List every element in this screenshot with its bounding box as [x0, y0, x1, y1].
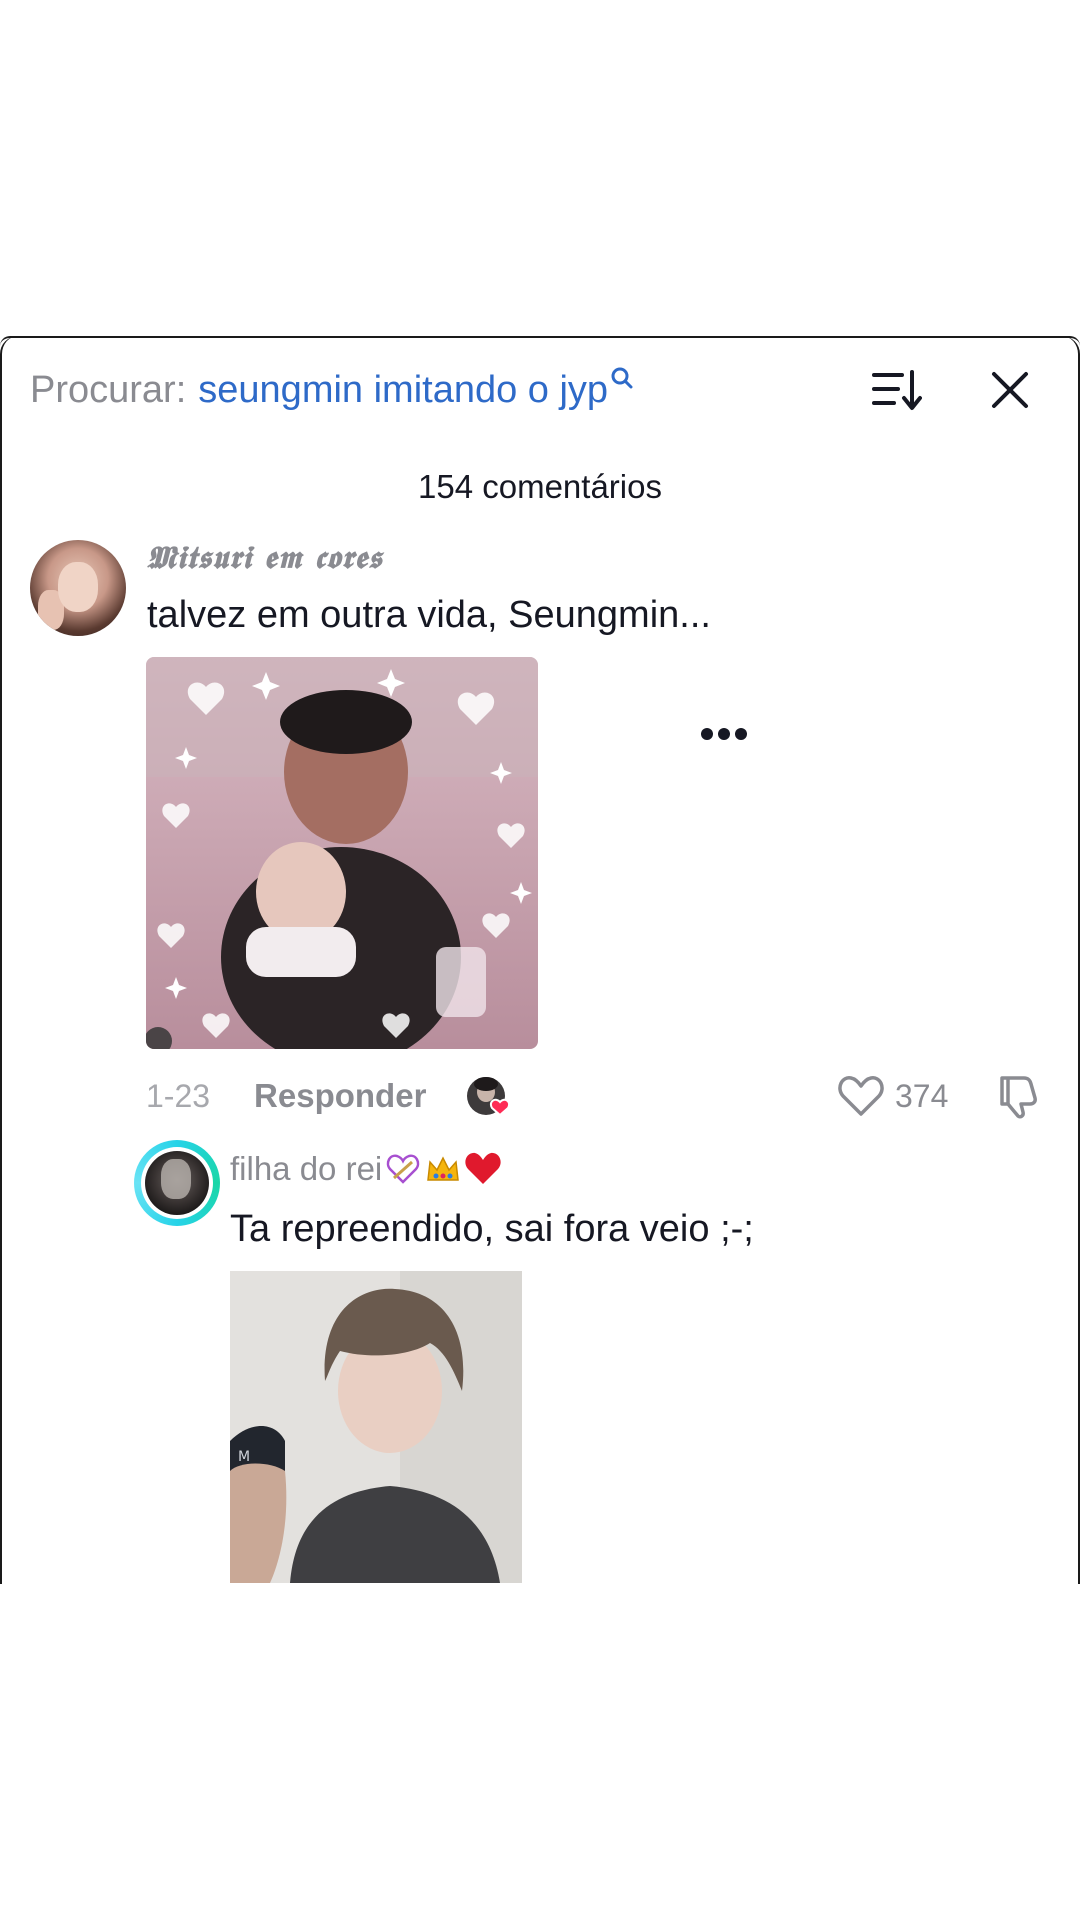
- creator-liked-badge: [467, 1077, 510, 1117]
- dislike-icon[interactable]: [994, 1074, 1040, 1120]
- comment-image-sticker[interactable]: [146, 657, 538, 1049]
- top-blank-area: [0, 0, 1080, 336]
- avatar[interactable]: [30, 540, 126, 636]
- svg-text:M: M: [238, 1449, 250, 1465]
- reply-username-text: filha do rei: [230, 1150, 383, 1187]
- avatar-face: [58, 562, 98, 612]
- search-icon[interactable]: [610, 366, 634, 396]
- reply-username[interactable]: filha do rei: [230, 1150, 502, 1188]
- comment-username[interactable]: 𝕸𝖎𝖙𝖘𝖚𝖗𝖎 𝖊𝖒 𝖈𝖔𝖗𝖊𝖘: [147, 540, 383, 577]
- search-header[interactable]: Procurar: seungmin imitando o jyp: [30, 362, 634, 418]
- avatar-figure: [161, 1159, 191, 1199]
- reply-text: Ta repreendido, sai fora veio ;-;: [230, 1208, 754, 1250]
- red-heart-emoji-icon: [465, 1152, 501, 1184]
- heart-icon[interactable]: [838, 1074, 884, 1118]
- reply-image-sticker[interactable]: M: [230, 1271, 522, 1583]
- heart-ribbon-emoji-icon: [387, 1154, 420, 1184]
- more-icon[interactable]: [700, 726, 748, 742]
- comment-meta: 1-23 Responder: [146, 1074, 426, 1118]
- reply-button[interactable]: Responder: [254, 1077, 426, 1115]
- comment-text: talvez em outra vida, Seungmin...: [147, 594, 711, 636]
- avatar[interactable]: [145, 1151, 209, 1215]
- search-prefix: Procurar:: [30, 368, 187, 411]
- crown-emoji-icon: [427, 1156, 460, 1181]
- sort-icon[interactable]: [872, 368, 922, 412]
- comment-date: 1-23: [146, 1077, 211, 1114]
- bottom-blank-area: [0, 1584, 1080, 1920]
- close-icon[interactable]: [990, 370, 1030, 410]
- comment-count: 154 comentários: [418, 468, 662, 505]
- like-count: 374: [895, 1078, 949, 1114]
- search-query-link[interactable]: seungmin imitando o jyp: [198, 369, 608, 412]
